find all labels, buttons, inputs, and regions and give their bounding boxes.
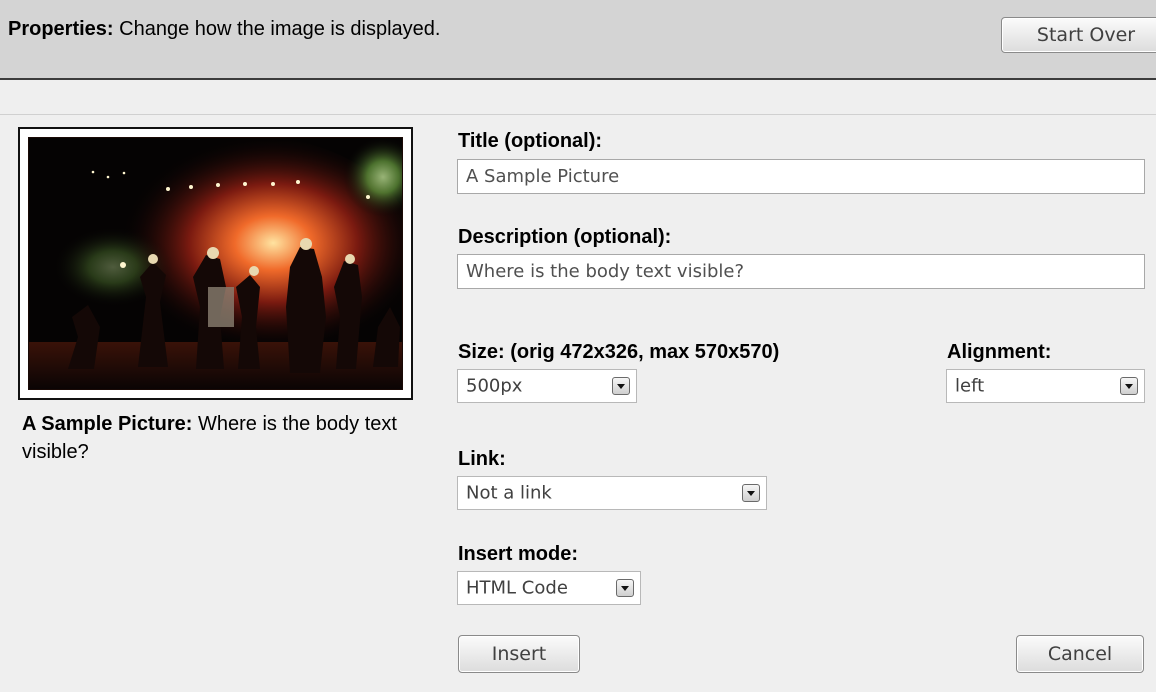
link-label: Link: [458,448,506,470]
insert-button[interactable]: Insert [458,635,580,673]
alignment-select-value: left [955,375,985,397]
insert-mode-label: Insert mode: [458,543,579,565]
chevron-down-icon[interactable] [1120,377,1138,395]
description-label: Description (optional): [458,226,672,248]
size-label: Size: (orig 472x326, max 570x570) [458,341,780,363]
header-description: Change how the image is displayed. [119,18,441,40]
header-text: Properties: Change how the image is disp… [8,18,440,41]
divider [0,114,1156,115]
insert-mode-select-value: HTML Code [466,577,568,599]
preview-image [28,137,403,390]
properties-header: Properties: Change how the image is disp… [0,0,1156,80]
description-input[interactable]: Where is the body text visible? [457,254,1145,289]
size-select-value: 500px [466,375,523,397]
link-select-value: Not a link [466,482,552,504]
cancel-button[interactable]: Cancel [1016,635,1144,673]
alignment-select[interactable]: left [946,369,1145,403]
image-caption: A Sample Picture: Where is the body text… [22,410,422,466]
chevron-down-icon[interactable] [742,484,760,502]
alignment-label: Alignment: [947,341,1052,363]
start-over-button[interactable]: Start Over [1001,17,1156,53]
concert-photo [28,137,403,390]
link-select[interactable]: Not a link [457,476,767,510]
size-select[interactable]: 500px [457,369,637,403]
insert-mode-select[interactable]: HTML Code [457,571,641,605]
caption-title: A Sample Picture: [22,413,193,435]
image-preview-frame [18,127,413,400]
title-label: Title (optional): [458,130,603,152]
chevron-down-icon[interactable] [616,579,634,597]
chevron-down-icon[interactable] [612,377,630,395]
header-label: Properties: [8,18,114,40]
title-input[interactable]: A Sample Picture [457,159,1145,194]
